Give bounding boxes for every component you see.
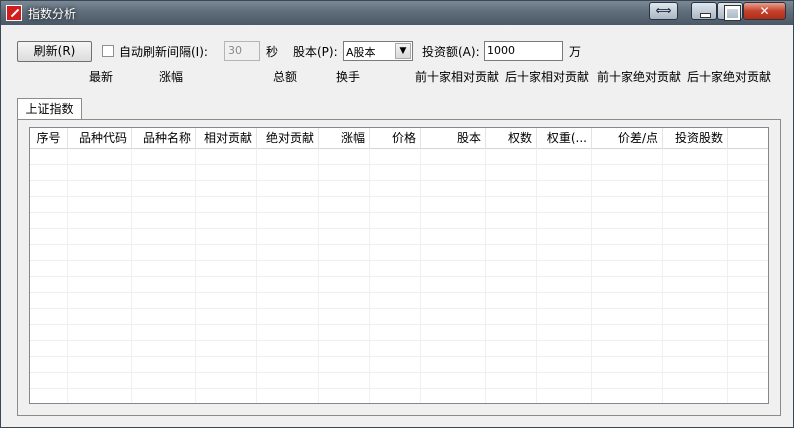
table-header: 序号 品种代码 品种名称 相对贡献 绝对贡献 涨幅 价格 股本 权数 权重(..… — [30, 128, 768, 149]
title-bar[interactable]: 指数分析 ⟺ — [1, 1, 793, 25]
column-header-name[interactable]: 品种名称 — [132, 128, 196, 149]
auto-refresh-label[interactable]: 自动刷新间隔(I): — [119, 43, 208, 60]
column-header-absolute-contribution[interactable]: 绝对贡献 — [257, 128, 319, 149]
column-header-price[interactable]: 价格 — [370, 128, 421, 149]
share-capital-select[interactable]: A股本 ▼ — [343, 41, 413, 61]
column-divider — [195, 149, 196, 403]
chevron-down-icon[interactable]: ▼ — [395, 43, 411, 59]
column-divider — [67, 149, 68, 403]
table-body — [30, 149, 768, 403]
investment-input[interactable]: 1000 — [484, 41, 563, 61]
tab-shanghai-index[interactable]: 上证指数 — [17, 98, 82, 120]
share-capital-selected: A股本 — [346, 46, 376, 59]
column-header-index[interactable]: 序号 — [30, 128, 68, 149]
stat-top10-relative: 前十家相对贡献 — [415, 70, 500, 84]
tab-panel: 序号 品种代码 品种名称 相对贡献 绝对贡献 涨幅 价格 股本 权数 权重(..… — [17, 119, 781, 416]
client-area: 刷新(R) 自动刷新间隔(I): 30 秒 股本(P): A股本 ▼ 投资额(A… — [8, 26, 787, 422]
column-divider — [727, 149, 728, 403]
column-header-code[interactable]: 品种代码 — [68, 128, 132, 149]
stat-latest: 最新 — [89, 70, 114, 84]
stat-top10-absolute: 前十家绝对贡献 — [597, 70, 682, 84]
column-divider — [420, 149, 421, 403]
index-analysis-window: 指数分析 ⟺ 刷新(R) 自动刷新间隔(I): 30 秒 股本(P): A股本 … — [0, 0, 794, 428]
stat-total: 总额 — [273, 70, 298, 84]
column-header-share-capital[interactable]: 股本 — [421, 128, 486, 149]
stat-change: 涨幅 — [159, 70, 184, 84]
column-header-weight-percent[interactable]: 权重(... — [537, 128, 592, 149]
column-header-shares-to-invest[interactable]: 投资股数 — [663, 128, 728, 149]
column-header-price-diff[interactable]: 价差/点 — [592, 128, 663, 149]
column-divider — [369, 149, 370, 403]
investment-label: 投资额(A): — [422, 45, 480, 59]
stat-bottom10-absolute: 后十家绝对贡献 — [687, 70, 772, 84]
column-header-change[interactable]: 涨幅 — [319, 128, 370, 149]
auto-refresh-checkbox[interactable] — [102, 45, 114, 57]
column-divider — [662, 149, 663, 403]
maximize-button[interactable] — [717, 2, 743, 21]
column-divider — [591, 149, 592, 403]
window-title: 指数分析 — [28, 7, 77, 21]
app-icon — [6, 5, 22, 21]
column-divider — [131, 149, 132, 403]
column-divider — [485, 149, 486, 403]
column-divider — [318, 149, 319, 403]
stat-bottom10-relative: 后十家相对贡献 — [505, 70, 590, 84]
column-header-weight-count[interactable]: 权数 — [486, 128, 537, 149]
refresh-button[interactable]: 刷新(R) — [17, 41, 92, 62]
stat-turnover: 换手 — [336, 70, 361, 84]
close-button[interactable] — [743, 2, 786, 20]
column-divider — [256, 149, 257, 403]
column-divider — [536, 149, 537, 403]
restore-size-button[interactable]: ⟺ — [649, 2, 678, 20]
share-capital-label: 股本(P): — [293, 45, 338, 59]
minimize-button[interactable] — [691, 2, 717, 20]
column-header-relative-contribution[interactable]: 相对贡献 — [196, 128, 257, 149]
refresh-interval-input[interactable]: 30 — [224, 41, 260, 61]
constituents-table[interactable]: 序号 品种代码 品种名称 相对贡献 绝对贡献 涨幅 价格 股本 权数 权重(..… — [29, 127, 769, 404]
seconds-label: 秒 — [266, 45, 279, 59]
investment-unit-label: 万 — [569, 45, 582, 59]
